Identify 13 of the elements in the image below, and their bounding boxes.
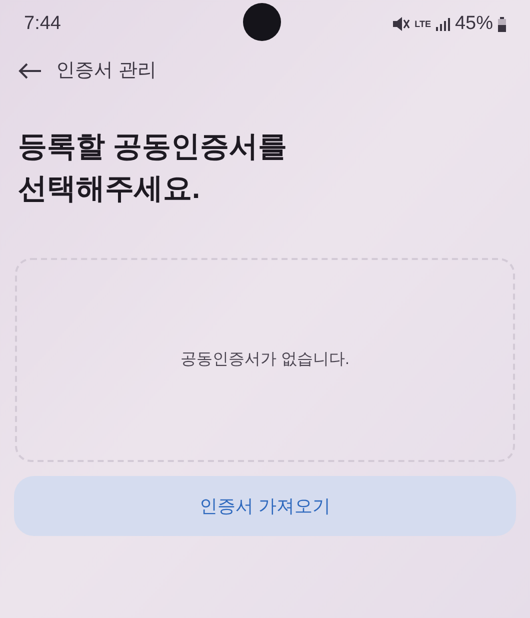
import-certificate-button[interactable]: 인증서 가져오기 xyxy=(14,476,516,536)
signal-icon xyxy=(436,17,450,31)
heading-line: 선택해주세요. xyxy=(18,172,202,206)
camera-hole-icon xyxy=(243,3,281,41)
status-time: 7:44 xyxy=(24,12,61,36)
network-type: LTE xyxy=(414,20,431,28)
back-arrow-icon[interactable] xyxy=(18,63,42,79)
battery-icon xyxy=(498,16,506,32)
empty-message: 공동인증서가 없습니다. xyxy=(180,350,350,370)
page-title: 인증서 관리 xyxy=(56,58,156,83)
muted-speaker-icon xyxy=(392,16,410,32)
battery-percent: 45% xyxy=(454,12,493,36)
heading-line: 등록할 공동인증서를 xyxy=(18,130,288,164)
